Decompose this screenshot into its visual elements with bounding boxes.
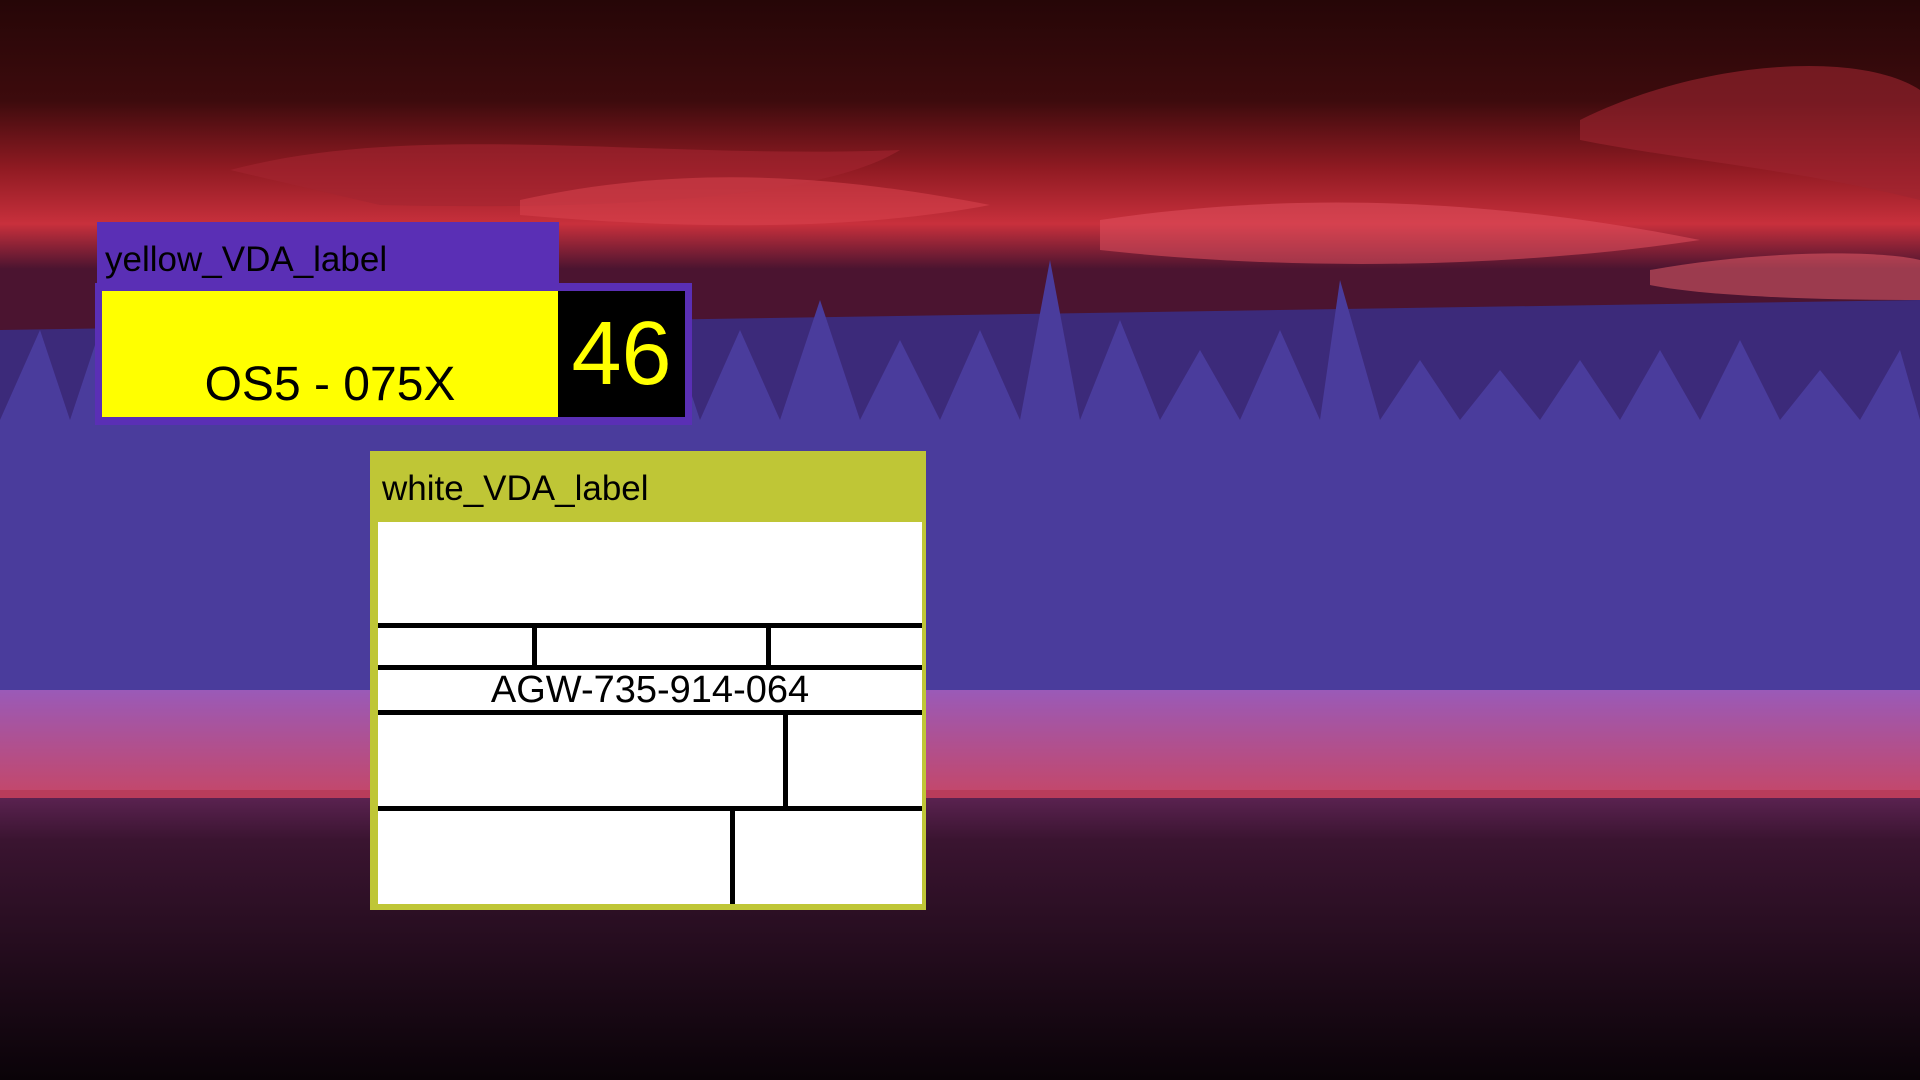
white-label-divider	[730, 806, 735, 904]
white-label-divider	[766, 623, 771, 665]
white-vda-label-code: AGW-735-914-064	[490, 669, 810, 711]
yellow-vda-label-code: OS5 - 075X	[102, 291, 558, 417]
white-label-divider	[783, 710, 788, 806]
background-photo	[0, 0, 1920, 1080]
yellow-vda-label-tag: yellow_VDA_label	[97, 222, 559, 284]
white-label-divider	[378, 806, 922, 811]
white-label-divider	[532, 623, 537, 665]
white-vda-label-tag: white_VDA_label	[370, 451, 926, 515]
yellow-vda-label-number: 46	[558, 291, 685, 417]
white-label-divider	[378, 623, 922, 628]
